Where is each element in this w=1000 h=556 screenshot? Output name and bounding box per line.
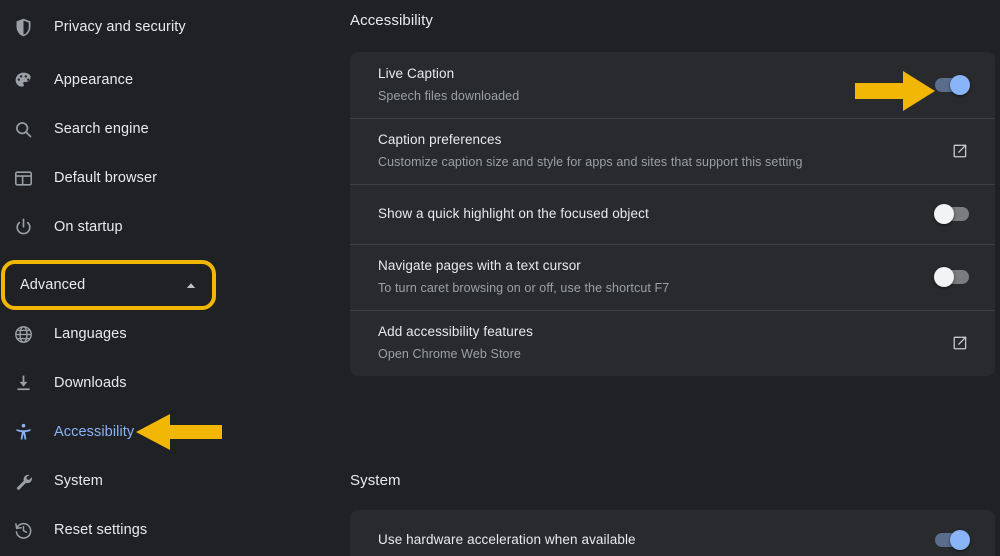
sidebar-item-label: Search engine: [54, 121, 149, 137]
chevron-up-icon: [185, 279, 197, 291]
settings-main-panel: Accessibility Live Caption Speech files d…: [340, 0, 1000, 556]
settings-row-subtitle: Speech files downloaded: [378, 89, 520, 103]
settings-page: Privacy and security Appearance Search eng…: [0, 0, 1000, 556]
settings-row-title: Navigate pages with a text cursor: [378, 258, 581, 273]
settings-row[interactable]: Live Caption Speech files downloaded: [350, 52, 995, 118]
settings-row-text: Live Caption Speech files downloaded: [378, 52, 925, 118]
sidebar-item-privacy-and-security[interactable]: Privacy and security: [0, 6, 300, 48]
search-icon: [12, 118, 34, 140]
external-link-icon[interactable]: [951, 334, 969, 352]
sidebar-item-system[interactable]: System: [0, 460, 300, 502]
sidebar-item-label-advanced: Advanced: [20, 277, 86, 293]
sidebar-item-reset-settings[interactable]: Reset settings: [0, 509, 300, 551]
settings-row-control: [925, 334, 969, 352]
external-link-icon[interactable]: [951, 142, 969, 160]
sidebar-item-label: Accessibility: [54, 424, 135, 440]
sidebar-item-appearance[interactable]: Appearance: [0, 59, 300, 101]
shield-icon: [12, 16, 34, 38]
settings-row-control: [925, 142, 969, 160]
sidebar-item-label: On startup: [54, 219, 123, 235]
settings-row-title: Use hardware acceleration when available: [378, 532, 636, 547]
palette-icon: [12, 69, 34, 91]
window-icon: [12, 167, 34, 189]
sidebar-item-search-engine[interactable]: Search engine: [0, 108, 300, 150]
settings-row[interactable]: Add accessibility features Open Chrome We…: [350, 310, 995, 376]
sidebar-item-label: Privacy and security: [54, 19, 186, 35]
wrench-icon: [12, 470, 34, 492]
settings-row-title: Add accessibility features: [378, 324, 533, 339]
sidebar-item-label: Appearance: [54, 72, 134, 88]
toggle-knob: [934, 267, 954, 287]
power-icon: [12, 216, 34, 238]
settings-row[interactable]: Show a quick highlight on the focused ob…: [350, 184, 995, 244]
settings-row-subtitle: Open Chrome Web Store: [378, 347, 521, 361]
settings-sidebar: Privacy and security Appearance Search eng…: [0, 0, 340, 556]
accessibility-settings-card: Live Caption Speech files downloaded Capti…: [350, 52, 995, 376]
settings-row-control: [925, 530, 970, 550]
settings-row-title: Caption preferences: [378, 132, 502, 147]
settings-row-subtitle: To turn caret browsing on or off, use th…: [378, 281, 670, 295]
settings-row-title: Show a quick highlight on the focused ob…: [378, 206, 649, 221]
globe-icon: [12, 323, 34, 345]
toggle-knob: [950, 75, 970, 95]
settings-row-text: Add accessibility features Open Chrome We…: [378, 310, 925, 376]
settings-row-text: Use hardware acceleration when available: [378, 518, 925, 556]
settings-row[interactable]: Caption preferences Customize caption siz…: [350, 118, 995, 184]
settings-row-subtitle: Customize caption size and style for app…: [378, 155, 803, 169]
settings-row-text: Navigate pages with a text cursor To turn…: [378, 244, 925, 310]
toggle-knob: [950, 530, 970, 550]
sidebar-item-label: Downloads: [54, 375, 127, 391]
sidebar-item-default-browser[interactable]: Default browser: [0, 157, 300, 199]
settings-row-control: [925, 75, 970, 95]
settings-row-control: [925, 204, 969, 224]
sidebar-item-label: Languages: [54, 326, 127, 342]
page-title-system: System: [350, 472, 401, 489]
sidebar-item-label: Default browser: [54, 170, 158, 186]
download-icon: [12, 372, 34, 394]
sidebar-item-languages[interactable]: Languages: [0, 313, 300, 355]
restore-icon: [12, 519, 34, 541]
toggle-switch[interactable]: [934, 267, 969, 287]
toggle-switch[interactable]: [935, 530, 970, 550]
settings-row-control: [925, 267, 969, 287]
accessibility-icon: [12, 421, 34, 443]
settings-row-text: Show a quick highlight on the focused ob…: [378, 192, 925, 236]
toggle-knob: [934, 204, 954, 224]
settings-row[interactable]: Navigate pages with a text cursor To turn…: [350, 244, 995, 310]
sidebar-item-downloads[interactable]: Downloads: [0, 362, 300, 404]
toggle-switch[interactable]: [935, 75, 970, 95]
settings-row-title: Live Caption: [378, 66, 455, 81]
system-settings-card: Use hardware acceleration when available: [350, 510, 995, 556]
settings-row-text: Caption preferences Customize caption siz…: [378, 118, 925, 184]
page-title-accessibility: Accessibility: [350, 12, 433, 29]
settings-row[interactable]: Use hardware acceleration when available: [350, 510, 995, 556]
sidebar-item-accessibility[interactable]: Accessibility: [0, 411, 300, 453]
toggle-switch[interactable]: [934, 204, 969, 224]
sidebar-item-on-startup[interactable]: On startup: [0, 206, 300, 248]
sidebar-item-advanced[interactable]: Advanced: [6, 264, 211, 306]
sidebar-item-label: System: [54, 473, 103, 489]
sidebar-item-label: Reset settings: [54, 522, 148, 538]
